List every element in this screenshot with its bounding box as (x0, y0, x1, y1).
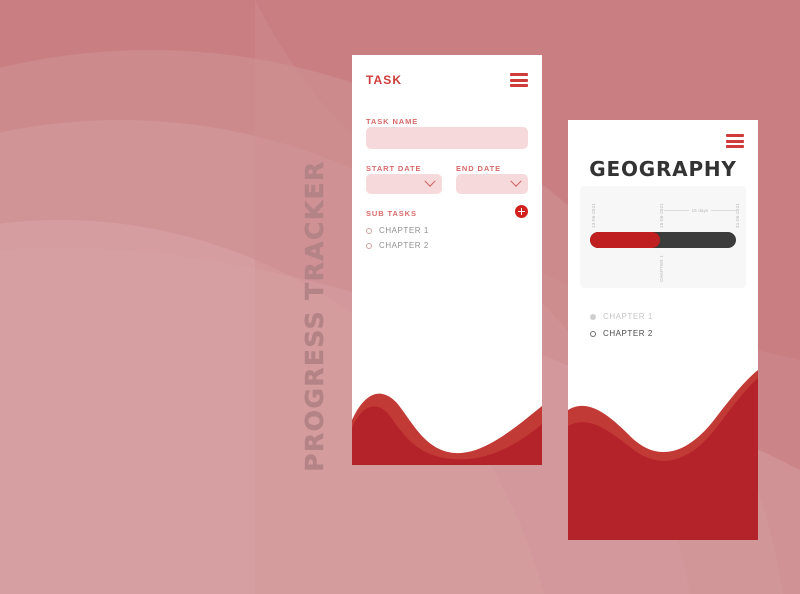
sub-tasks-list: CHAPTER 1 CHAPTER 2 (366, 223, 528, 253)
chapter-list: CHAPTER 1 CHAPTER 2 (590, 308, 740, 342)
chart-duration-annotation: 15 days (664, 208, 736, 213)
page-title: GEOGRAPHY (589, 157, 737, 181)
hamburger-bar (726, 134, 744, 137)
chevron-down-icon (510, 175, 522, 187)
chapter-label: CHAPTER 1 (603, 312, 653, 321)
chart-end-date-label: 31-06-2021 (735, 203, 740, 228)
circle-outline-icon (366, 242, 372, 249)
duration-line-left (664, 210, 689, 211)
add-subtask-button[interactable] (515, 205, 528, 218)
duration-label: 15 days (691, 208, 709, 213)
hamburger-bar (510, 73, 528, 76)
page-title: TASK (366, 73, 403, 87)
chapter-label: CHAPTER 2 (603, 329, 653, 338)
sub-task-label: CHAPTER 1 (379, 226, 429, 235)
chevron-down-icon (424, 175, 436, 187)
wave-decoration (568, 370, 758, 540)
list-item[interactable]: CHAPTER 1 (590, 308, 740, 325)
end-date-select[interactable] (456, 174, 528, 194)
sub-task-label: CHAPTER 2 (379, 241, 429, 250)
side-label: Progress Tracker (299, 160, 329, 472)
list-item[interactable]: CHAPTER 2 (366, 238, 528, 253)
phone-screen-task: TASK TASK NAME START DATE END DATE SUB T… (352, 55, 542, 465)
wave-decoration (352, 393, 542, 465)
design-canvas: Progress Tracker TASK TASK NAME START DA… (0, 0, 800, 594)
circle-outline-icon (590, 330, 596, 337)
progress-chart-card: 13-06-2021 15-06-2021 31-06-2021 CHAPTER… (580, 186, 746, 288)
circle-outline-icon (366, 227, 372, 234)
progress-bar-track[interactable] (590, 232, 736, 248)
phone-screen-geography: GEOGRAPHY 13-06-2021 15-06-2021 31-06-20… (568, 120, 758, 540)
hamburger-bar (510, 84, 528, 87)
task-name-input[interactable] (366, 127, 528, 149)
duration-line-right (711, 210, 736, 211)
chart-milestone-task-label: CHAPTER 1 (659, 255, 664, 282)
hamburger-icon[interactable] (510, 73, 528, 87)
hamburger-bar (510, 78, 528, 82)
start-date-label: START DATE (366, 164, 422, 173)
start-date-select[interactable] (366, 174, 442, 194)
list-item[interactable]: CHAPTER 1 (366, 223, 528, 238)
hamburger-bar (726, 145, 744, 148)
task-name-label: TASK NAME (366, 117, 419, 126)
progress-bar-fill (590, 232, 661, 248)
hamburger-bar (726, 139, 744, 143)
circle-filled-icon (590, 313, 596, 320)
chart-start-date-label: 13-06-2021 (591, 203, 596, 228)
list-item[interactable]: CHAPTER 2 (590, 325, 740, 342)
end-date-label: END DATE (456, 164, 501, 173)
chart-milestone-date-label: 15-06-2021 (659, 203, 664, 228)
hamburger-icon[interactable] (726, 134, 744, 148)
sub-tasks-label: SUB TASKS (366, 209, 417, 218)
